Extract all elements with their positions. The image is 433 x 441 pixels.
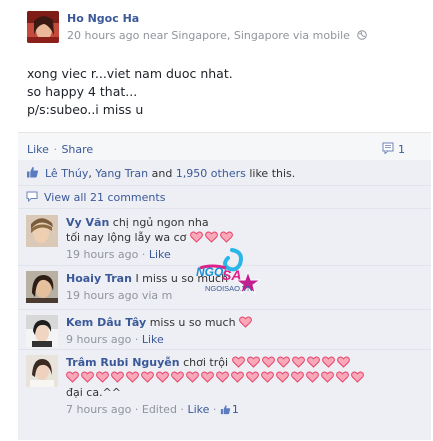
commenter-avatar[interactable]	[26, 215, 58, 247]
heart-icon	[336, 371, 349, 383]
comment-body: Trâm Rubi Nguyễn chơi trội đại ca.^^ 7 h…	[66, 355, 426, 417]
comment-like-link[interactable]: Like	[142, 333, 164, 346]
comment-edited[interactable]: Edited	[142, 403, 177, 416]
post-meta-text: 20 hours ago near Singapore, Singapore v…	[67, 29, 350, 42]
comment-author[interactable]: Kem Dâu Tây	[66, 316, 146, 329]
heart-icon	[81, 371, 94, 383]
comment-time: 19 hours ago via m	[66, 289, 173, 302]
comment: Kem Dâu Tây miss u so much 9 hours ago ·…	[18, 310, 431, 350]
commenter-avatar[interactable]	[26, 315, 58, 347]
heart-icon	[276, 371, 289, 383]
view-all-comments[interactable]: View all 21 comments	[18, 187, 431, 209]
comment-text: miss u so much	[149, 316, 236, 329]
heart-icon	[261, 371, 274, 383]
action-separator: ·	[53, 143, 57, 156]
commenter-avatar[interactable]	[26, 355, 58, 387]
likes-suffix: like this.	[245, 167, 296, 180]
post-body: xong viec r...viet nam duoc nhat. so hap…	[27, 65, 233, 119]
heart-icon	[201, 371, 214, 383]
post-line: so happy 4 that...	[27, 84, 138, 99]
speech-bubble-icon	[26, 191, 38, 205]
post-line: p/s:subeo..i miss u	[27, 102, 144, 117]
heart-icon	[239, 316, 252, 328]
heart-icon	[186, 371, 199, 383]
heart-icon	[231, 371, 244, 383]
comment-text-line2: tối nay lộng lẫy wa cơ	[66, 231, 187, 244]
heart-row	[66, 371, 366, 384]
comment-count-value: 1	[398, 143, 405, 156]
comment-like-link[interactable]: Like	[187, 403, 209, 416]
comment-meta: 9 hours ago · Like	[66, 333, 164, 346]
comment: Trâm Rubi Nguyễn chơi trội đại ca.^^ 7 h…	[18, 350, 431, 420]
heart-icon	[261, 356, 275, 368]
post-meta: 20 hours ago near Singapore, Singapore v…	[67, 29, 368, 42]
commenter-avatar[interactable]	[26, 271, 58, 303]
like-count-value: 1	[231, 403, 239, 416]
heart-row	[239, 316, 254, 329]
heart-icon	[66, 371, 79, 383]
share-link[interactable]: Share	[61, 143, 93, 156]
comment-author[interactable]: Trâm Rubi Nguyễn	[66, 356, 180, 369]
likes-others-link[interactable]: 1,950 others	[176, 167, 246, 180]
heart-icon	[336, 356, 350, 368]
comment-author[interactable]: Vy Văn	[66, 216, 109, 229]
author-name[interactable]: Ho Ngoc Ha	[67, 12, 139, 25]
heart-icon	[204, 231, 218, 243]
heart-icon	[126, 371, 139, 383]
comment-time: 19 hours ago	[66, 248, 139, 261]
likes-text: Lê Thúy, Yang Tran and 1,950 others like…	[45, 167, 295, 180]
comment-count-button[interactable]: 1	[382, 142, 405, 157]
heart-icon	[156, 371, 169, 383]
comment-like-count[interactable]: 1	[220, 403, 239, 416]
heart-icon	[216, 371, 229, 383]
heart-icon	[96, 371, 109, 383]
comment-text: chơi trội	[183, 356, 229, 369]
globe-icon	[357, 30, 368, 40]
thumbs-up-icon	[220, 404, 232, 416]
liker-name[interactable]: Yang Tran	[95, 167, 148, 180]
action-bar: Like · Share 1	[18, 132, 431, 160]
likes-summary: Lê Thúy, Yang Tran and 1,950 others like…	[18, 162, 431, 186]
heart-icon	[321, 371, 334, 383]
heart-icon	[141, 371, 154, 383]
comment-meta: 7 hours ago · Edited · Like · 1	[66, 403, 239, 416]
liker-name[interactable]: Lê Thúy	[45, 167, 88, 180]
comment-like-link[interactable]: Like	[149, 248, 171, 261]
watermark-logo: NGOi SA NGOISAO.VN	[192, 246, 264, 304]
comment-author[interactable]: Hoaiy Tran	[66, 272, 132, 285]
heart-icon	[321, 356, 335, 368]
comment-text: chị ngủ ngon nha	[112, 216, 209, 229]
comment-body: Kem Dâu Tây miss u so much 9 hours ago ·…	[66, 315, 426, 347]
heart-icon	[231, 356, 245, 368]
post-header: Ho Ngoc Ha 20 hours ago near Singapore, …	[27, 11, 427, 51]
author-avatar[interactable]	[27, 11, 59, 43]
heart-icon	[306, 356, 320, 368]
heart-icon	[189, 231, 203, 243]
heart-icon	[276, 356, 290, 368]
heart-row	[189, 231, 235, 244]
comment-icon	[382, 142, 394, 157]
comment-time: 7 hours ago	[66, 403, 132, 416]
view-all-label[interactable]: View all 21 comments	[44, 191, 165, 204]
likes-and: and	[148, 167, 176, 180]
heart-row	[231, 356, 352, 369]
watermark-text: NGOISAO.VN	[205, 284, 253, 293]
heart-icon	[291, 356, 305, 368]
comment-text-line2: đại ca.^^	[66, 386, 121, 399]
comment-time: 9 hours ago	[66, 333, 132, 346]
heart-icon	[246, 371, 259, 383]
heart-icon	[291, 371, 304, 383]
heart-icon	[171, 371, 184, 383]
heart-icon	[351, 371, 364, 383]
thumbs-up-icon	[26, 166, 39, 181]
heart-icon	[111, 371, 124, 383]
heart-icon	[246, 356, 260, 368]
heart-icon	[219, 231, 233, 243]
like-link[interactable]: Like	[27, 143, 49, 156]
heart-icon	[306, 371, 319, 383]
post-line: xong viec r...viet nam duoc nhat.	[27, 66, 233, 81]
